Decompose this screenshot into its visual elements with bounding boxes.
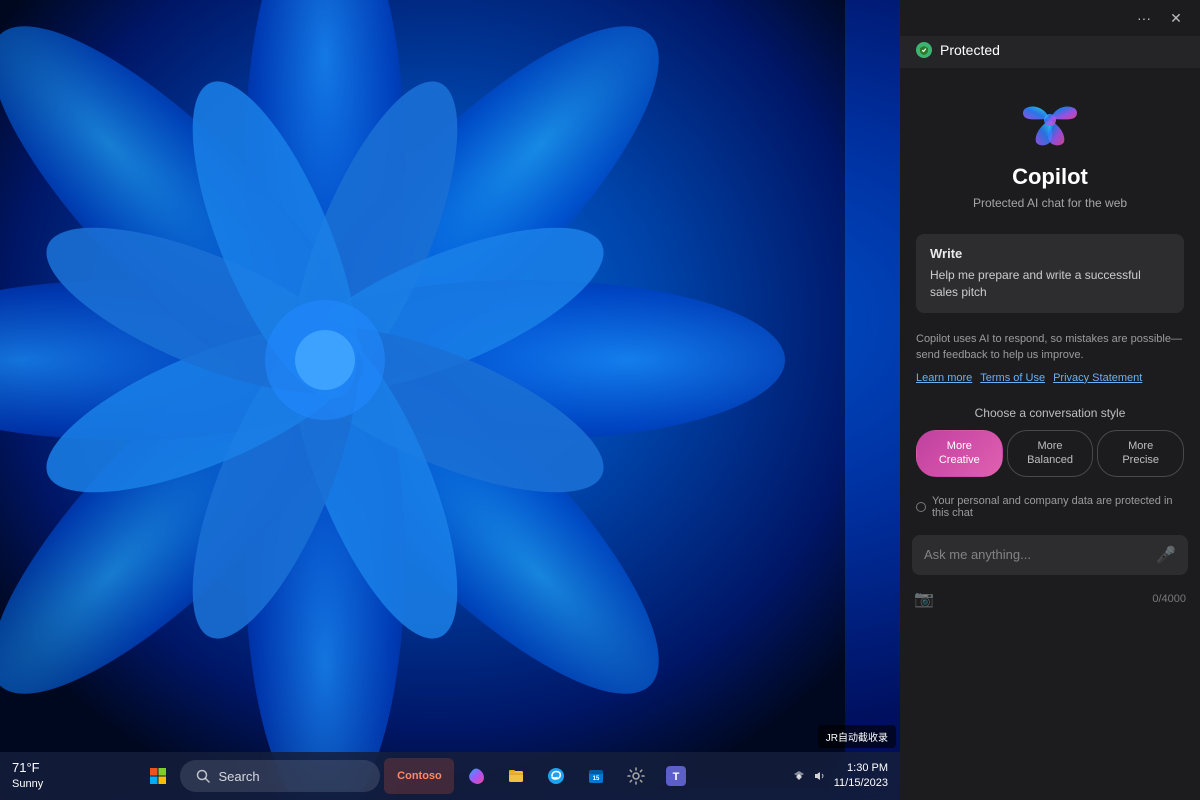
sys-tray: [792, 769, 826, 783]
taskbar-settings[interactable]: [618, 758, 654, 794]
weather-temp: 71°F: [12, 760, 40, 777]
start-button[interactable]: [140, 758, 176, 794]
weather-condition: Sunny: [12, 777, 43, 791]
style-buttons: More Creative More Balanced More Precise: [916, 430, 1184, 477]
shield-icon: [916, 42, 932, 58]
svg-text:15: 15: [593, 776, 600, 782]
close-button[interactable]: ✕: [1164, 6, 1188, 30]
suggestion-text: Help me prepare and write a successful s…: [930, 267, 1170, 301]
suggestion-card[interactable]: Write Help me prepare and write a succes…: [916, 234, 1184, 313]
copilot-hero: Copilot Protected AI chat for the web: [900, 68, 1200, 226]
taskbar-teams[interactable]: T: [658, 758, 694, 794]
conversation-style-label: Choose a conversation style: [916, 406, 1184, 420]
mic-icon[interactable]: 🎤: [1156, 545, 1176, 565]
camera-icon[interactable]: 📷: [914, 589, 934, 609]
suggestion-label: Write: [930, 246, 1170, 261]
bottom-toolbar: 📷 0/4000: [900, 583, 1200, 615]
svg-text:T: T: [673, 771, 680, 783]
current-time: 1:30 PM: [847, 761, 888, 776]
taskbar-contoso[interactable]: Contoso: [384, 758, 454, 794]
disclaimer-text: Copilot uses AI to respond, so mistakes …: [916, 333, 1182, 362]
data-notice-text: Your personal and company data are prote…: [932, 495, 1184, 519]
conversation-style-section: Choose a conversation style More Creativ…: [900, 396, 1200, 487]
disclaimer-section: Copilot uses AI to respond, so mistakes …: [900, 321, 1200, 397]
taskbar-calendar[interactable]: 15: [578, 758, 614, 794]
char-count: 0/4000: [1152, 593, 1186, 605]
style-balanced-button[interactable]: More Balanced: [1007, 430, 1094, 477]
taskbar-center: Search Contoso: [55, 758, 780, 794]
terms-link[interactable]: Terms of Use: [980, 370, 1045, 387]
weather-widget[interactable]: 71°F Sunny: [0, 760, 55, 791]
copilot-panel: ··· ✕ Protected: [900, 0, 1200, 800]
panel-titlebar: ··· ✕: [900, 0, 1200, 36]
watermark: JR自动截收录: [818, 725, 896, 748]
search-label: Search: [218, 769, 259, 784]
more-button[interactable]: ···: [1132, 6, 1156, 30]
taskbar-copilot[interactable]: [458, 758, 494, 794]
taskbar-right: 1:30 PM 11/15/2023: [780, 761, 900, 792]
disclaimer-links: Learn more Terms of Use Privacy Statemen…: [916, 370, 1184, 387]
volume-icon: [812, 769, 826, 783]
search-icon: [196, 769, 210, 783]
taskbar-edge[interactable]: [538, 758, 574, 794]
data-notice: Your personal and company data are prote…: [900, 487, 1200, 527]
taskbar-files[interactable]: [498, 758, 534, 794]
chat-input-area[interactable]: Ask me anything... 🎤: [912, 535, 1188, 575]
copilot-subtitle: Protected AI chat for the web: [973, 196, 1127, 210]
current-date: 11/15/2023: [834, 776, 888, 791]
copilot-title: Copilot: [1012, 164, 1088, 190]
privacy-link[interactable]: Privacy Statement: [1053, 370, 1142, 387]
learn-more-link[interactable]: Learn more: [916, 370, 972, 387]
protected-status: Protected: [940, 42, 1000, 58]
style-precise-button[interactable]: More Precise: [1097, 430, 1184, 477]
copilot-logo: [1018, 88, 1082, 152]
wallpaper-bloom: [0, 0, 870, 790]
chat-placeholder: Ask me anything...: [924, 547, 1031, 562]
panel-protected-header: Protected: [900, 36, 1200, 68]
data-notice-icon: [916, 502, 926, 512]
network-icon: [792, 769, 806, 783]
taskbar-search[interactable]: Search: [180, 760, 380, 792]
style-creative-button[interactable]: More Creative: [916, 430, 1003, 477]
taskbar: 71°F Sunny Search Contoso: [0, 752, 900, 800]
datetime-display[interactable]: 1:30 PM 11/15/2023: [834, 761, 888, 792]
